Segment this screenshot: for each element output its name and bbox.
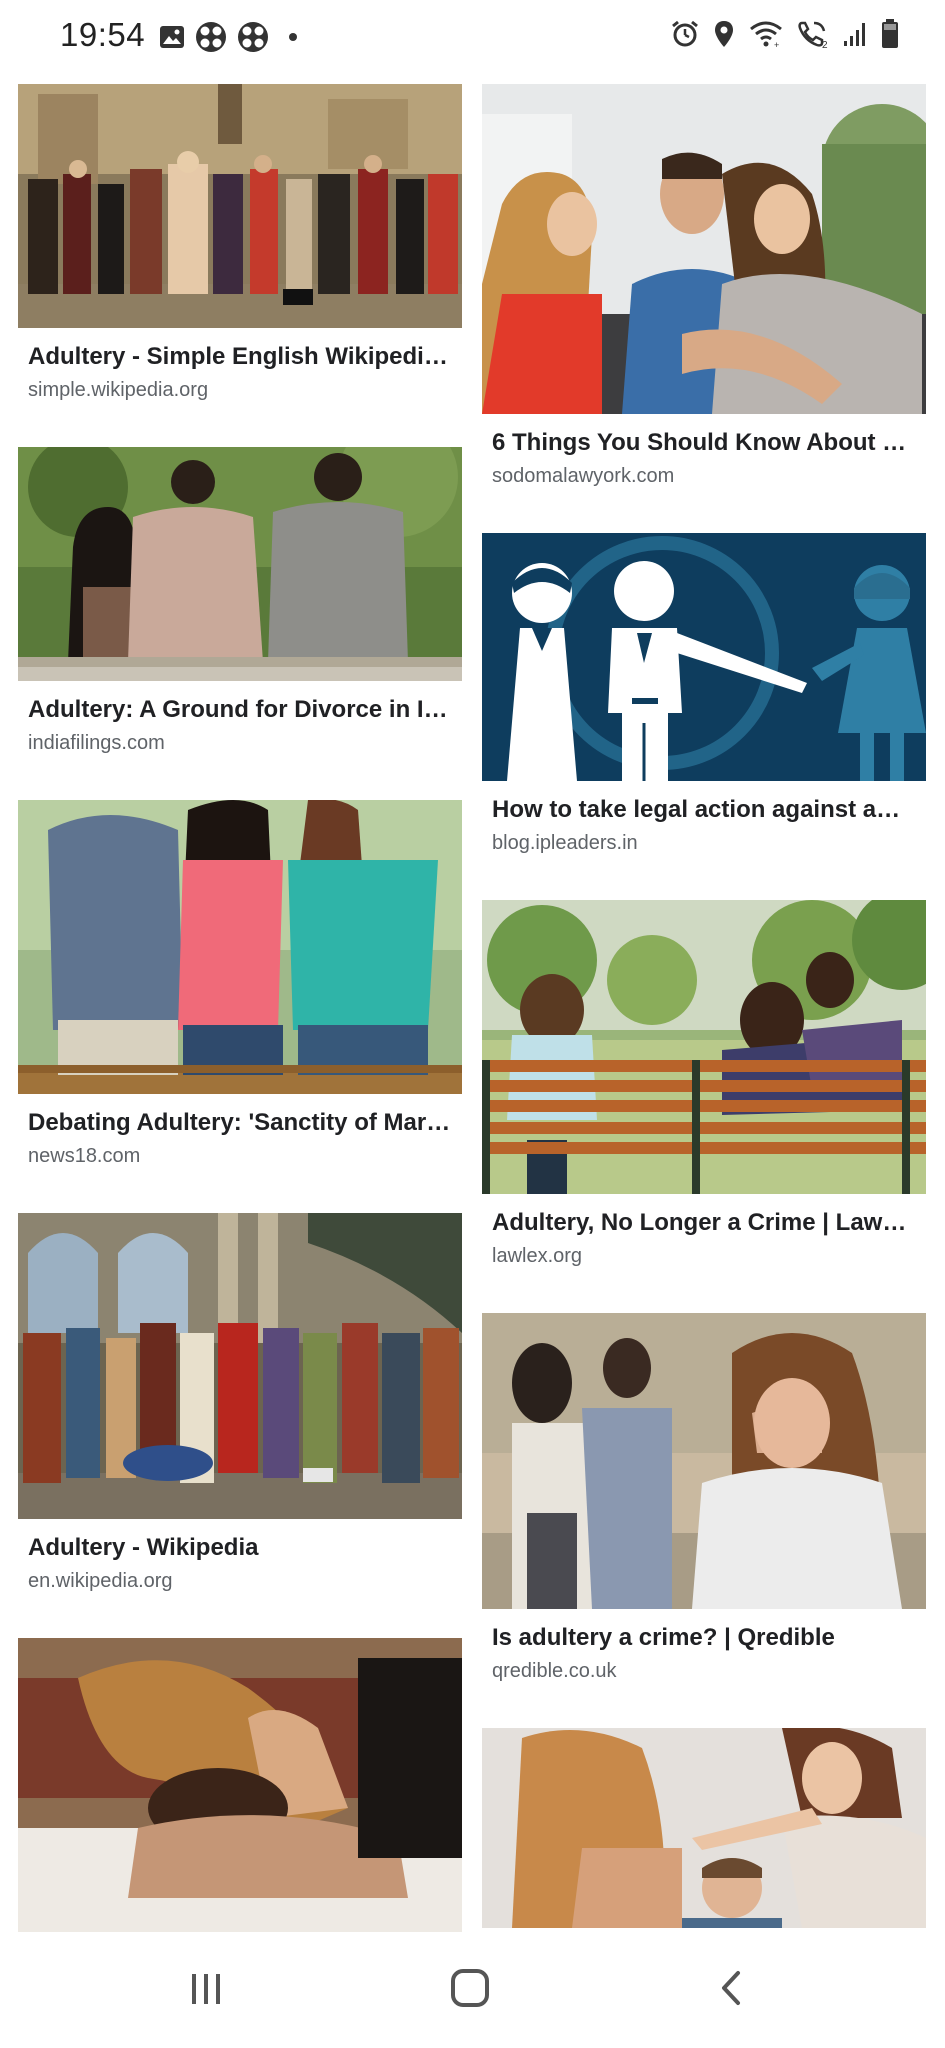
wifi-calling-icon: + bbox=[748, 19, 784, 49]
result-card[interactable]: Adultery - Simple English Wikipedi… simp… bbox=[18, 84, 462, 403]
result-title[interactable]: 6 Things You Should Know About … bbox=[492, 428, 922, 458]
result-title[interactable]: Adultery - Simple English Wikipedi… bbox=[28, 342, 458, 372]
result-image[interactable] bbox=[482, 1313, 926, 1609]
result-title[interactable]: How to take legal action against a… bbox=[492, 795, 922, 825]
recent-apps-icon bbox=[186, 1968, 226, 2013]
result-card[interactable]: Adultery: A Ground for Divorce in I… ind… bbox=[18, 447, 462, 756]
recent-apps-button[interactable] bbox=[176, 1962, 236, 2018]
result-card[interactable]: Adultery - Wikipedia en.wikipedia.org bbox=[18, 1213, 462, 1594]
notification-dot-icon bbox=[288, 32, 298, 42]
result-title[interactable]: Adultery: A Ground for Divorce in I… bbox=[28, 695, 458, 725]
location-icon bbox=[712, 19, 736, 49]
result-card[interactable]: Debating Adultery: 'Sanctity of Mar… new… bbox=[18, 800, 462, 1169]
result-card[interactable] bbox=[482, 1728, 926, 1928]
svg-text:+: + bbox=[774, 40, 779, 49]
results-column-right: 6 Things You Should Know About … sodomal… bbox=[482, 84, 926, 1932]
result-image[interactable] bbox=[18, 1213, 462, 1519]
home-icon bbox=[448, 1966, 492, 2015]
back-icon bbox=[712, 1968, 752, 2013]
result-card[interactable]: Is adultery a crime? | Qredible qredible… bbox=[482, 1313, 926, 1684]
result-title[interactable]: Debating Adultery: 'Sanctity of Mar… bbox=[28, 1108, 458, 1138]
battery-icon bbox=[880, 18, 900, 50]
result-card[interactable]: 6 Things You Should Know About … sodomal… bbox=[482, 84, 926, 489]
result-source: qredible.co.uk bbox=[492, 1660, 617, 1682]
result-card[interactable]: Adultery, No Longer a Crime | Law… lawle… bbox=[482, 900, 926, 1269]
result-image[interactable] bbox=[18, 447, 462, 681]
result-source: en.wikipedia.org bbox=[28, 1570, 173, 1592]
image-results-grid[interactable]: Adultery - Simple English Wikipedi… simp… bbox=[0, 76, 945, 1932]
gallery-icon bbox=[158, 23, 186, 51]
result-image[interactable] bbox=[18, 1638, 462, 1932]
result-image[interactable] bbox=[482, 84, 926, 414]
status-left-icons bbox=[158, 20, 298, 54]
game-launcher-icon bbox=[194, 20, 228, 54]
result-source: sodomalawyork.com bbox=[492, 465, 675, 487]
result-source: indiafilings.com bbox=[28, 732, 165, 754]
back-button[interactable] bbox=[702, 1962, 762, 2018]
result-image[interactable] bbox=[482, 900, 926, 1194]
game-launcher-icon bbox=[236, 20, 270, 54]
result-source: news18.com bbox=[28, 1145, 141, 1167]
result-title[interactable]: Adultery - Wikipedia bbox=[28, 1533, 458, 1563]
result-card[interactable]: How to take legal action against a… blog… bbox=[482, 533, 926, 856]
results-column-left: Adultery - Simple English Wikipedi… simp… bbox=[18, 84, 462, 1932]
svg-text:2: 2 bbox=[822, 40, 828, 49]
result-image[interactable] bbox=[482, 533, 926, 781]
result-source: blog.ipleaders.in bbox=[492, 832, 638, 854]
result-source: simple.wikipedia.org bbox=[28, 379, 209, 401]
result-title[interactable]: Adultery, No Longer a Crime | Law… bbox=[492, 1208, 922, 1238]
status-bar: 19:54 + 2 bbox=[0, 0, 945, 76]
result-image[interactable] bbox=[18, 84, 462, 328]
home-button[interactable] bbox=[440, 1962, 500, 2018]
signal-icon bbox=[842, 19, 868, 49]
status-right-icons: + 2 bbox=[670, 18, 900, 50]
volte-icon: 2 bbox=[796, 19, 830, 49]
result-image[interactable] bbox=[482, 1728, 926, 1928]
result-image[interactable] bbox=[18, 800, 462, 1094]
alarm-icon bbox=[670, 19, 700, 49]
navigation-bar bbox=[0, 1932, 945, 2048]
result-title[interactable]: Is adultery a crime? | Qredible bbox=[492, 1623, 922, 1653]
status-time: 19:54 bbox=[60, 16, 146, 53]
result-source: lawlex.org bbox=[492, 1245, 583, 1267]
result-card[interactable] bbox=[18, 1638, 462, 1932]
